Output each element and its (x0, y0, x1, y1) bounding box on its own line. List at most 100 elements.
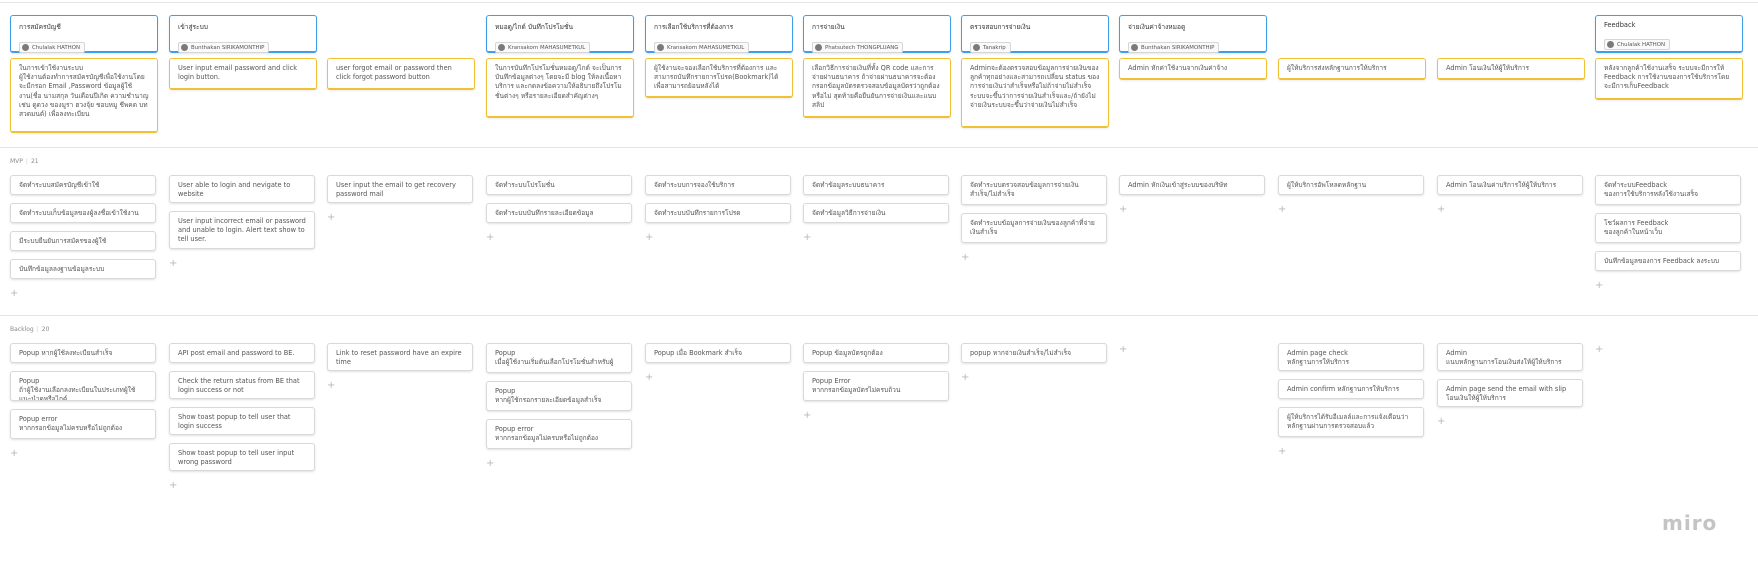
backlog-task-card[interactable]: Admin แนบหลักฐานการโอนเงินส่งให้ผู้ให้บร… (1437, 343, 1583, 371)
add-backlog-card-button[interactable]: + (803, 411, 811, 421)
user-story-card[interactable]: User input email password and click logi… (169, 58, 317, 90)
mvp-task-card[interactable]: จัดทำระบบข้อมูลการจ่ายเงินของลูกค้าที่จ่… (961, 213, 1107, 243)
user-story-card[interactable]: Admin หักค่าใช้งานจากเงินค่าจ้าง (1119, 58, 1267, 80)
activity-card[interactable]: ตรวจสอบการจ่ายเงิน Tanakrip (961, 15, 1109, 53)
mvp-task-card[interactable]: โชว์ผลการ Feedback ของลูกค้าในหน้าเว็บ (1595, 213, 1741, 243)
mvp-task-card[interactable]: บันทึกข้อมูลของการ Feedback ลงระบบ (1595, 251, 1741, 271)
mvp-task-card[interactable]: ผู้ให้บริการอัพโหลดหลักฐาน (1278, 175, 1424, 195)
user-story-card[interactable]: เลือกวิธีการจ่ายเงินที่ทั้ง QR code และก… (803, 58, 951, 118)
activity-card[interactable]: หมอดู/ไกด์ บันทึกโปรโมชั่น Kransakorn MAH… (486, 15, 634, 53)
assignee-chip[interactable]: Tanakrip (970, 42, 1011, 53)
mvp-task-card[interactable]: จัดทำระบบสมัครบัญชีเข้าใช้ (10, 175, 156, 195)
add-mvp-card-button[interactable]: + (961, 253, 969, 263)
add-mvp-card-button[interactable]: + (486, 233, 494, 243)
backlog-task-card[interactable]: Popup Error หากกรอกข้อมูลบัตรไม่ครบถ้วน (803, 371, 949, 401)
assignee-name: Bunthakan SIRIKAMONTHIP (191, 44, 265, 51)
mvp-task-card[interactable]: Admin หักเงินเข้าสู่ระบบของบริษัท (1119, 175, 1265, 195)
user-story-card[interactable]: ในการบันทึกโปรโมชั่นหมอดู/ไกด์ จะเป็นการ… (486, 58, 634, 118)
add-backlog-card-button[interactable]: + (1278, 447, 1286, 457)
add-backlog-card-button[interactable]: + (486, 459, 494, 469)
mvp-task-card[interactable]: จัดทำระบบตรวจสอบข้อมูลการจ่ายเงินสำเร็จ/… (961, 175, 1107, 205)
assignee-chip[interactable]: Phatsutech THONGPLUANG (812, 42, 904, 53)
backlog-task-card[interactable]: Show toast popup to tell user that login… (169, 407, 315, 435)
backlog-task-card[interactable]: Popup หากผู้ใช้กรอกรายละเอียดข้อมูลสำเร็… (486, 381, 632, 411)
assignee-chip[interactable]: Kransakorn MAHASUMETKUL (495, 42, 591, 53)
activity-card[interactable]: การจ่ายเงิน Phatsutech THONGPLUANG (803, 15, 951, 53)
avatar (181, 44, 188, 51)
mvp-task-card[interactable]: Admin โอนเงินค่าบริการให้ผู้ให้บริการ (1437, 175, 1583, 195)
backlog-task-card[interactable]: Popup ถ้าผู้ใช้งานเลือกลงทะเบียนในประเภท… (10, 371, 156, 401)
backlog-task-card[interactable]: Popup เมื่อผู้ใช้งานเริ่มต้นเลือกโปรโมชั… (486, 343, 632, 373)
add-mvp-card-button[interactable]: + (327, 213, 335, 223)
backlog-task-card[interactable]: Popup error หากกรอกข้อมูลไม่ครบหรือไม่ถู… (486, 419, 632, 449)
mvp-task-card[interactable]: จัดทำระบบบันทึกรายละเอียดข้อมูล (486, 203, 632, 223)
backlog-task-card[interactable]: Admin confirm หลักฐานการให้บริการ (1278, 379, 1424, 399)
add-backlog-card-button[interactable]: + (1119, 345, 1127, 355)
activity-title: เข้าสู่ระบบ (178, 23, 208, 31)
backlog-task-card[interactable]: popup หากจ่ายเงินสำเร็จ/ไม่สำเร็จ (961, 343, 1107, 363)
mvp-label: MVP (10, 158, 23, 165)
assignee-chip[interactable]: Chulalak HATHON (1604, 39, 1670, 50)
assignee-chip[interactable]: Chulalak HATHON (19, 42, 85, 53)
add-mvp-card-button[interactable]: + (645, 233, 653, 243)
mvp-count: 21 (30, 158, 39, 165)
user-story-card[interactable]: หลังจากลูกค้าใช้งานเสร็จ ระบบจะมีการให้ … (1595, 58, 1743, 100)
mvp-task-card[interactable]: จัดทำระบบการจองใช้บริการ (645, 175, 791, 195)
backlog-task-card[interactable]: Popup ข้อมูลบัตรถูกต้อง (803, 343, 949, 363)
mvp-task-card[interactable]: จัดทำระบบโปรโมชั่น (486, 175, 632, 195)
activity-card[interactable]: เข้าสู่ระบบ Bunthakan SIRIKAMONTHIP (169, 15, 317, 53)
backlog-task-card[interactable]: ผู้ให้บริการได้รับอีเมลล์และการแจ้งเตือน… (1278, 407, 1424, 437)
add-backlog-card-button[interactable]: + (10, 449, 18, 459)
user-story-card[interactable]: Admin โอนเงินให้ผู้ให้บริการ (1437, 58, 1585, 80)
mvp-task-card[interactable]: User able to login and nevigate to websi… (169, 175, 315, 203)
add-mvp-card-button[interactable]: + (169, 259, 177, 269)
mvp-task-card[interactable]: จัดทำระบบFeedback ของการใช้บริการหลังใช้… (1595, 175, 1741, 205)
mvp-task-card[interactable]: บันทึกข้อมูลลงฐานข้อมูลระบบ (10, 259, 156, 279)
avatar (22, 44, 29, 51)
add-mvp-card-button[interactable]: + (803, 233, 811, 243)
assignee-chip[interactable]: Bunthakan SIRIKAMONTHIP (1128, 42, 1220, 53)
mvp-task-card[interactable]: จัดทำข้อมูลวิธีการจ่ายเงิน (803, 203, 949, 223)
user-story-card[interactable]: ผู้ให้บริการส่งหลักฐานการให้บริการ (1278, 58, 1426, 80)
activity-card[interactable]: การเลือกใช้บริการที่ต้องการ Kransakorn MA… (645, 15, 793, 53)
add-mvp-card-button[interactable]: + (1595, 281, 1603, 291)
add-backlog-card-button[interactable]: + (1595, 345, 1603, 355)
mvp-task-card[interactable]: มีระบบยืนยันการสมัครของผู้ใช้ (10, 231, 156, 251)
add-mvp-card-button[interactable]: + (10, 289, 18, 299)
user-story-card[interactable]: ในการเข้าใช้งานระบบ ผู้ใช้งานต้องทำการสม… (10, 58, 158, 133)
mvp-task-card[interactable]: จัดทำข้อมูลระบบธนาคาร (803, 175, 949, 195)
mvp-task-card[interactable]: จัดทำระบบบันทึกรายการโปรด (645, 203, 791, 223)
backlog-task-card[interactable]: Show toast popup to tell user input wron… (169, 443, 315, 471)
add-backlog-card-button[interactable]: + (327, 381, 335, 391)
backlog-task-card[interactable]: Link to reset password have an expire ti… (327, 343, 473, 371)
assignee-chip[interactable]: Kransakorn MAHASUMETKUL (654, 42, 750, 53)
backlog-task-card[interactable]: Check the return status from BE that log… (169, 371, 315, 399)
backlog-task-card[interactable]: API post email and password to BE. (169, 343, 315, 363)
user-story-card[interactable]: Adminจะต้องตรวจสอบข้อมูลการจ่ายเงินของลู… (961, 58, 1109, 128)
backlog-task-card[interactable]: Popup เมื่อ Bookmark สำเร็จ (645, 343, 791, 363)
mvp-task-card[interactable]: User input the email to get recovery pas… (327, 175, 473, 203)
add-backlog-card-button[interactable]: + (645, 373, 653, 383)
activity-card[interactable]: จ่ายเงินค่าจ้างหมอดู Bunthakan SIRIKAMONT… (1119, 15, 1267, 53)
add-backlog-card-button[interactable]: + (961, 373, 969, 383)
user-story-card[interactable]: user forgot email or password then click… (327, 58, 475, 90)
avatar (1607, 41, 1614, 48)
assignee-chip[interactable]: Bunthakan SIRIKAMONTHIP (178, 42, 270, 53)
user-story-card[interactable]: ผู้ใช้งานจะจองเลือกใช้บริการที่ต้องการ แ… (645, 58, 793, 98)
backlog-task-card[interactable]: Admin page check หลักฐานการให้บริการ (1278, 343, 1424, 371)
backlog-task-card[interactable]: Popup หากผู้ใช้ลงทะเบียนสำเร็จ (10, 343, 156, 363)
assignee-name: Kransakorn MAHASUMETKUL (667, 44, 745, 51)
mvp-task-card[interactable]: จัดทำระบบเก็บข้อมูลของผู้ลงชื่อเข้าใช้งา… (10, 203, 156, 223)
add-mvp-card-button[interactable]: + (1119, 205, 1127, 215)
add-backlog-card-button[interactable]: + (169, 481, 177, 491)
add-mvp-card-button[interactable]: + (1278, 205, 1286, 215)
activity-card[interactable]: การสมัครบัญชี Chulalak HATHON (10, 15, 158, 53)
miro-logo: miro (1662, 511, 1718, 535)
backlog-task-card[interactable]: Admin page send the email with slip โอนเ… (1437, 379, 1583, 407)
activity-title: การสมัครบัญชี (19, 23, 61, 31)
backlog-task-card[interactable]: Popup error หากกรอกข้อมูลไม่ครบหรือไม่ถู… (10, 409, 156, 439)
mvp-task-card[interactable]: User input incorrect email or password a… (169, 211, 315, 249)
add-backlog-card-button[interactable]: + (1437, 417, 1445, 427)
add-mvp-card-button[interactable]: + (1437, 205, 1445, 215)
activity-card[interactable]: Feedback Chulalak HATHON (1595, 15, 1743, 53)
